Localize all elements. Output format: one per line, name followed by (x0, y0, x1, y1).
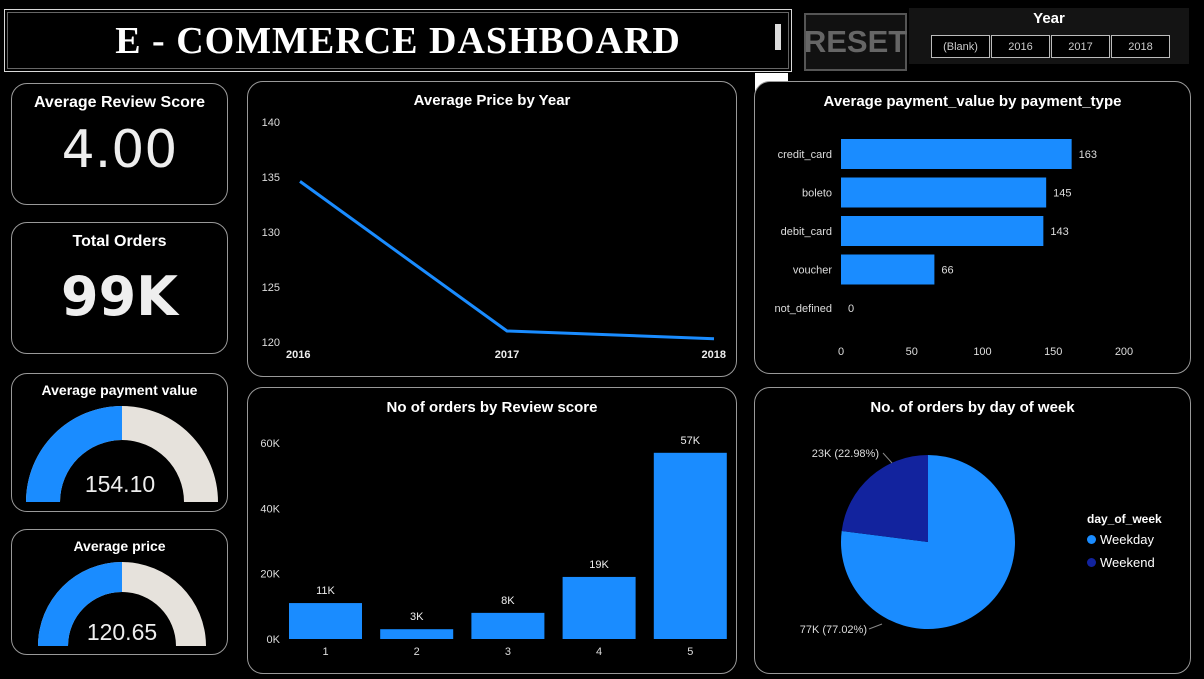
pie-data-label: 23K (22.98%) (812, 448, 879, 460)
year-slicer: Year (Blank) 2016 2017 2018 (909, 8, 1189, 64)
payment-bar[interactable] (841, 139, 1072, 169)
review-bar[interactable] (653, 452, 727, 639)
weekday-dot-icon (1087, 535, 1096, 544)
price-by-year-card: Average Price by Year 140 135 130 125 120 201… (247, 81, 737, 377)
kpi-orders-card: Total Orders 99K (11, 222, 228, 354)
orders-by-day-card: No. of orders by day of week 23K (22.98%… (754, 387, 1191, 674)
y-tick-label: 130 (262, 227, 280, 239)
y-tick-label: 60K (260, 438, 280, 450)
dashboard-title-box: E - COMMERCE DASHBOARD (4, 9, 792, 72)
bar-data-label: 145 (1053, 188, 1071, 200)
bar-data-label: 143 (1050, 226, 1068, 238)
payment-bar[interactable] (841, 177, 1047, 208)
x-tick-label: 50 (906, 346, 918, 358)
kpi-price-card: Average price 120.65 (11, 529, 228, 655)
x-tick-label: 150 (1044, 346, 1062, 358)
bar-data-label: 3K (410, 611, 424, 623)
bar-data-label: 66 (941, 265, 953, 277)
review-bar[interactable] (380, 629, 454, 639)
x-tick-label: 4 (596, 646, 602, 658)
price-gauge: 120.65 (38, 562, 206, 646)
kpi-payment-value: 154.10 (85, 471, 155, 497)
year-option-2018[interactable]: 2018 (1111, 35, 1170, 58)
bar-data-label: 19K (589, 559, 609, 571)
review-bar[interactable] (562, 576, 636, 639)
pie-slice-weekend[interactable] (841, 455, 928, 542)
x-tick-label: 100 (973, 346, 991, 358)
legend-weekday-label: Weekday (1100, 532, 1154, 547)
kpi-price-value: 120.65 (87, 619, 157, 645)
y-tick-label: 20K (260, 569, 280, 581)
category-label: credit_card (778, 149, 832, 161)
pie-data-label: 77K (77.02%) (800, 624, 867, 636)
category-label: debit_card (781, 226, 832, 238)
kpi-payment-card: Average payment value 154.10 (11, 373, 228, 512)
legend-weekend-label: Weekend (1100, 555, 1155, 570)
year-slicer-title: Year (1033, 10, 1065, 27)
price-by-year-chart: 140 135 130 125 120 2016 2017 2018 (262, 117, 726, 361)
year-option-2016[interactable]: 2016 (991, 35, 1050, 58)
leader-line (882, 452, 893, 464)
x-tick-label: 2 (414, 646, 420, 658)
kpi-review-label: Average Review Score (33, 94, 206, 111)
category-label: boleto (802, 188, 832, 200)
bar-data-label: 0 (848, 303, 854, 315)
bar-data-label: 57K (681, 435, 701, 447)
category-label: voucher (793, 265, 832, 277)
kpi-orders-value: 99K (61, 265, 178, 328)
review-bar[interactable] (289, 603, 362, 639)
year-option-blank[interactable]: (Blank) (931, 35, 990, 58)
x-tick-label: 2016 (286, 349, 310, 361)
x-tick-label: 2017 (495, 349, 519, 361)
legend-title: day_of_week (1087, 512, 1162, 526)
kpi-review-card: Average Review Score 4.00 (11, 83, 228, 205)
year-option-2017[interactable]: 2017 (1051, 35, 1110, 58)
payment-by-type-card: Average payment_value by payment_type cr… (754, 81, 1191, 374)
payment-by-type-chart: credit_card 163 boleto 145 debit_card 143 vouc… (775, 139, 1133, 358)
payment-gauge: 154.10 (26, 406, 218, 502)
y-tick-label: 140 (262, 117, 280, 129)
x-tick-label: 1 (322, 646, 328, 658)
legend-item-weekday[interactable]: Weekday (1087, 532, 1162, 547)
day-of-week-legend: day_of_week Weekday Weekend (1087, 512, 1162, 578)
orders-by-review-chart: 60K 40K 20K 0K 11K 1 3K 2 8K 3 19K 4 57K 5 (260, 435, 727, 658)
review-bar[interactable] (471, 612, 545, 639)
legend-item-weekend[interactable]: Weekend (1087, 555, 1162, 570)
title-bar-icon (775, 24, 781, 50)
payment-bar[interactable] (841, 216, 1044, 246)
weekend-dot-icon (1087, 558, 1096, 567)
y-tick-label: 0K (267, 634, 281, 646)
x-tick-label: 2018 (702, 349, 726, 361)
bar-data-label: 8K (501, 595, 515, 607)
category-label: not_defined (775, 303, 833, 315)
dashboard-title: E - COMMERCE DASHBOARD (115, 19, 681, 62)
y-tick-label: 125 (262, 282, 280, 294)
orders-by-review-card: No of orders by Review score 60K 40K 20K 0K… (247, 387, 737, 674)
reset-button[interactable]: RESET (804, 13, 907, 71)
kpi-orders-label: Total Orders (72, 233, 167, 250)
price-line[interactable] (299, 180, 715, 341)
x-tick-label: 3 (505, 646, 511, 658)
kpi-review-value: 4.00 (61, 120, 178, 180)
leader-line (868, 623, 883, 630)
y-tick-label: 135 (262, 172, 280, 184)
x-tick-label: 0 (838, 346, 844, 358)
y-tick-label: 40K (260, 503, 280, 515)
x-tick-label: 5 (687, 646, 693, 658)
payment-bar[interactable] (841, 254, 935, 285)
bar-data-label: 11K (316, 585, 335, 597)
y-tick-label: 120 (262, 337, 280, 349)
x-tick-label: 200 (1115, 346, 1133, 358)
bar-data-label: 163 (1079, 149, 1097, 161)
